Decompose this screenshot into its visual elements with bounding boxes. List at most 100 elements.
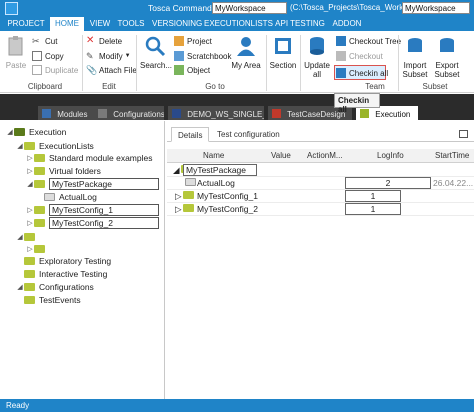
attach-file-button[interactable]: 📎 Attach File (86, 65, 137, 75)
tab-executionlists[interactable]: EXECUTIONLISTS (204, 17, 273, 31)
tree-node-executionlists[interactable]: ◢ ExecutionLists (16, 140, 94, 152)
tree-node-testevents[interactable]: TestEvents (16, 294, 81, 306)
tree-node-execution[interactable]: ◢ Execution (6, 126, 66, 138)
tree-node-interactive-testing[interactable]: Interactive Testing (16, 268, 107, 280)
tree-node-label: Standard module examples (49, 153, 153, 163)
update-all-button[interactable]: Update all (302, 35, 332, 79)
export-subset-label: Export Subset (434, 61, 460, 79)
project-label: Project (187, 36, 212, 46)
tab-versioning[interactable]: VERSIONING (152, 17, 202, 31)
column-header-value[interactable]: Value (271, 151, 291, 160)
checkout-tree-button[interactable]: Checkout Tree (336, 36, 401, 46)
delete-button[interactable]: ✕ Delete (86, 36, 122, 46)
table-row[interactable]: ▷ MyTestConfig_2 1 (167, 203, 474, 216)
app-title: Tosca Commander: (148, 3, 222, 13)
tree-node-empty[interactable]: ◢ (16, 231, 39, 243)
project-icon (174, 36, 184, 46)
doc-tab-execution[interactable]: Execution (356, 106, 418, 120)
tree-node-mytestconfig-1[interactable]: ▷ MyTestConfig_1 (26, 204, 159, 216)
table-row[interactable]: ActualLog 2 26.04.22... (167, 177, 474, 190)
collapse-icon[interactable]: ▷ (26, 245, 34, 253)
checkout-button[interactable]: Checkout (336, 51, 383, 61)
folder-icon (24, 270, 35, 278)
scratchbook-button[interactable]: Scratchbook (174, 51, 231, 61)
row-starttime: 26.04.22... (433, 178, 474, 188)
export-subset-button[interactable]: Export Subset (432, 35, 462, 79)
tab-test-configuration[interactable]: Test configuration (211, 127, 286, 142)
collapse-icon[interactable]: ▷ (175, 204, 182, 215)
expand-icon[interactable]: ◢ (16, 283, 24, 291)
checkin-all-button[interactable]: Checkin all (336, 68, 388, 78)
tree-node-edit-box[interactable]: MyTestConfig_1 (49, 204, 159, 216)
tree-node-edit-box[interactable]: MyTestConfig_2 (49, 217, 159, 229)
cut-button[interactable]: ✂ Cut (32, 36, 57, 46)
object-button[interactable]: Object (174, 65, 210, 75)
collapse-icon[interactable]: ▷ (26, 154, 34, 162)
tree-node-mytestconfig-2[interactable]: ▷ MyTestConfig_2 (26, 217, 159, 229)
tab-api-testing[interactable]: API TESTING (274, 17, 326, 31)
tosca-app-icon (5, 2, 18, 15)
column-header-starttime[interactable]: StartTime (435, 151, 469, 160)
grid-header: Name Value ActionM... LogInfo StartTime (167, 149, 474, 163)
goto-group-label: Go to (205, 82, 225, 91)
tab-project[interactable]: PROJECT (6, 17, 46, 31)
export-icon (440, 38, 454, 52)
column-header-name[interactable]: Name (203, 151, 224, 160)
my-area-label: My Area (231, 61, 261, 70)
tab-tools[interactable]: TOOLS (116, 17, 146, 31)
column-header-loginfo[interactable]: LogInfo (377, 151, 404, 160)
tree-node-standard-module-examples[interactable]: ▷ Standard module examples (26, 152, 152, 164)
search-button[interactable]: Search... (140, 35, 172, 70)
copy-icon (32, 51, 42, 61)
doc-tab-configurations[interactable]: Configurations (94, 106, 164, 120)
section-label: Section (269, 61, 297, 70)
tree-node-exploratory-testing[interactable]: Exploratory Testing (16, 255, 111, 267)
row-loginfo[interactable]: 1 (345, 190, 401, 202)
table-row[interactable]: ◢ MyTestPackage (167, 164, 474, 177)
my-area-button[interactable]: My Area (230, 35, 262, 70)
tree-node-virtual-folders[interactable]: ▷ Virtual folders (26, 165, 101, 177)
tab-addon[interactable]: ADDON (330, 17, 364, 31)
testcasedesign-icon (272, 109, 281, 118)
expand-icon[interactable]: ◢ (6, 128, 14, 136)
doc-tab-label: Modules (57, 110, 88, 119)
expand-icon[interactable]: ◢ (173, 165, 180, 176)
tab-view[interactable]: VIEW (88, 17, 112, 31)
collapse-icon[interactable]: ▷ (26, 167, 34, 175)
expand-icon[interactable]: ◢ (16, 142, 24, 150)
modify-button[interactable]: ✎ Modify ▼ (86, 51, 131, 61)
import-subset-button[interactable]: Import Subset (400, 35, 430, 79)
configurations-icon (98, 109, 107, 118)
expand-icon[interactable]: ◢ (16, 233, 24, 241)
project-button[interactable]: Project (174, 36, 212, 46)
checkout-icon (336, 51, 346, 61)
expand-icon[interactable]: ◢ (26, 180, 34, 188)
pin-icon[interactable] (459, 130, 468, 138)
tree-node-configurations[interactable]: ◢ Configurations (16, 281, 94, 293)
collapse-icon[interactable]: ▷ (26, 219, 34, 227)
tab-details[interactable]: Details (171, 127, 210, 142)
copy-button[interactable]: Copy (32, 51, 64, 61)
row-loginfo[interactable]: 2 (345, 177, 431, 189)
paste-button[interactable]: Paste (4, 35, 28, 70)
paste-label: Paste (5, 61, 27, 70)
duplicate-button[interactable]: Duplicate (32, 65, 78, 75)
paste-icon (8, 36, 23, 56)
tree-node-actuallog[interactable]: ActualLog (36, 191, 97, 203)
section-button[interactable]: Section (268, 35, 298, 70)
tree-node-label: ActualLog (59, 192, 97, 202)
row-name-edit[interactable]: MyTestPackage (183, 164, 257, 176)
tree-node-mytestpackage[interactable]: ◢ MyTestPackage (26, 178, 159, 190)
checkin-all-tooltip: Checkin all (334, 93, 380, 114)
tree-node-edit-box[interactable]: MyTestPackage (49, 178, 159, 190)
tree-node-empty-child[interactable]: ▷ (26, 243, 49, 255)
import-icon (408, 38, 422, 52)
column-header-actionmode[interactable]: ActionM... (307, 151, 343, 160)
table-row[interactable]: ▷ MyTestConfig_1 1 (167, 190, 474, 203)
collapse-icon[interactable]: ▷ (26, 206, 34, 214)
collapse-icon[interactable]: ▷ (175, 191, 182, 202)
row-loginfo[interactable]: 1 (345, 203, 401, 215)
doc-tab-demo-ws-single[interactable]: DEMO_WS_SINGLE_3 (168, 106, 264, 120)
tab-home[interactable]: HOME (50, 17, 84, 31)
ribbon: Paste ✂ Cut Copy Duplicate Clipboard ✕ D… (0, 31, 474, 93)
